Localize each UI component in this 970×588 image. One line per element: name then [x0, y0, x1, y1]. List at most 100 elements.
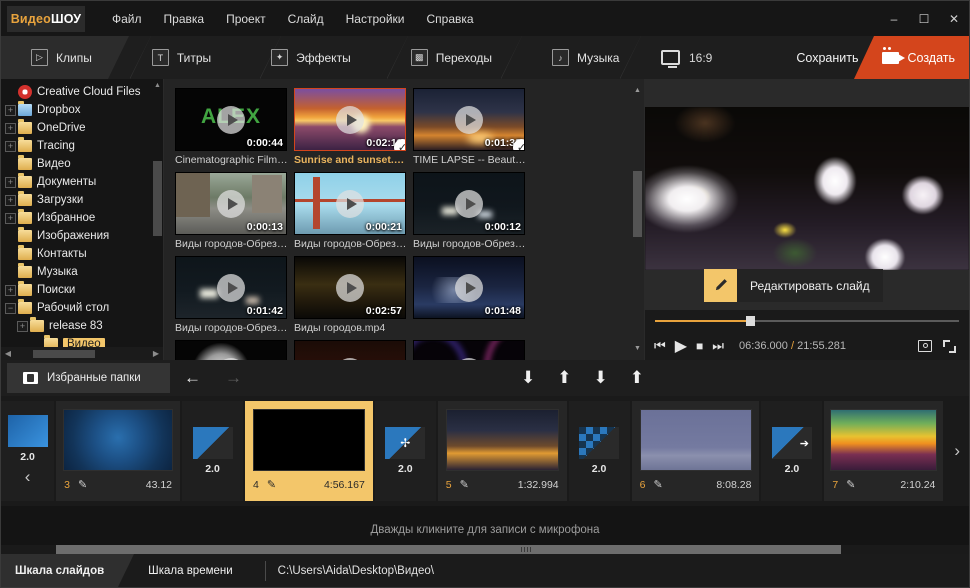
stop-icon[interactable]: ■ [696, 339, 703, 353]
scrollbar-thumb[interactable] [153, 161, 162, 236]
scrollbar-grip[interactable] [521, 547, 533, 552]
preview-viewport[interactable]: Редактировать слайд [645, 79, 969, 310]
remove-all-up-icon[interactable]: ⬆ [630, 368, 644, 388]
expander-icon[interactable]: + [5, 176, 16, 188]
scrollbar-thumb[interactable] [56, 545, 841, 554]
scroll-down-icon[interactable]: ▼ [633, 343, 642, 354]
menu-item-edit[interactable]: Правка [153, 8, 216, 30]
tree-horizontal-scrollbar[interactable]: ◀ ▶ [1, 347, 163, 360]
slide-thumbnail[interactable] [830, 408, 938, 471]
tree-item-onedrive[interactable]: + OneDrive [3, 119, 163, 137]
scroll-up-icon[interactable]: ▲ [633, 85, 642, 96]
aspect-ratio-selector[interactable]: 16:9 [661, 50, 712, 68]
timeline-slide-partial[interactable]: 2.0 ‹ [1, 401, 55, 501]
clip-item[interactable]: 0:00:12 Виды городов-Обрезка 0... [413, 172, 528, 250]
clip-item[interactable]: 0:01:48 [413, 256, 528, 334]
clip-thumbnail[interactable]: 0:01:00 [413, 340, 525, 360]
clip-item[interactable]: 0:02:11 ✓ Sunrise and sunset. Da... [294, 88, 409, 166]
fullscreen-icon[interactable] [943, 339, 956, 353]
tree-item-video[interactable]: Видео [3, 155, 163, 173]
clip-thumbnail[interactable]: 0:01:42 [175, 256, 287, 319]
timeline-slide[interactable]: 6 ✎ 8:08.28 [631, 401, 760, 501]
scroll-up-icon[interactable]: ▲ [153, 81, 162, 91]
seek-handle[interactable] [746, 316, 756, 326]
menu-item-settings[interactable]: Настройки [335, 8, 416, 30]
tab-time-scale[interactable]: Шкала времени [134, 554, 247, 587]
arrow-left-icon[interactable]: ← [184, 368, 201, 388]
expander-icon[interactable]: + [5, 104, 16, 116]
pencil-icon[interactable]: ✎ [78, 478, 87, 491]
clip-item[interactable]: 0:01:59 [175, 340, 290, 360]
timeline-next-arrow[interactable]: › [945, 441, 969, 461]
scrollbar-thumb[interactable] [33, 349, 95, 358]
skip-back-icon[interactable]: ⏮ [654, 338, 666, 354]
remove-up-icon[interactable]: ⬆ [557, 368, 571, 388]
slide-thumbnail[interactable] [639, 408, 752, 471]
add-down-icon[interactable]: ⬇ [521, 368, 535, 388]
expander-icon[interactable]: − [5, 302, 16, 314]
timeline-slide[interactable]: 7 ✎ 2:10.24 [824, 401, 944, 501]
scroll-left-icon[interactable]: ◀ [1, 349, 15, 358]
clip-item[interactable]: 0:00:13 Виды городов-Обрезка 0... [175, 172, 290, 250]
timeline-transition[interactable]: ✢ 2.0 [374, 401, 436, 501]
scrollbar-thumb[interactable] [633, 171, 642, 237]
tree-vertical-scrollbar[interactable]: ▲ [153, 81, 162, 344]
create-button[interactable]: Создать [854, 36, 969, 79]
clip-item[interactable]: 0:01:23 [294, 340, 409, 360]
expander-icon[interactable]: + [5, 140, 16, 152]
expander-icon[interactable]: + [5, 212, 16, 224]
clip-thumbnail[interactable]: 0:00:21 [294, 172, 406, 235]
snapshot-icon[interactable] [918, 339, 932, 352]
slide-thumbnail[interactable] [445, 408, 559, 471]
expander-icon[interactable]: + [5, 194, 16, 206]
tree-item-favorites[interactable]: + Избранное [3, 209, 163, 227]
clip-item[interactable]: 0:01:00 [413, 340, 528, 360]
tab-titles[interactable]: T Титры [130, 36, 227, 79]
timeline-transition[interactable]: 2.0 [182, 401, 243, 501]
expander-icon[interactable]: + [5, 122, 16, 134]
expander-icon[interactable]: + [17, 320, 28, 332]
tab-clips[interactable]: ▷ Клипы [1, 36, 129, 79]
tab-effects[interactable]: ✦ Эффекты [249, 36, 367, 79]
maximize-icon[interactable]: ☐ [909, 1, 939, 36]
tab-transitions[interactable]: ▩ Переходы [389, 36, 508, 79]
slide-thumbnail[interactable] [252, 408, 365, 471]
tree-item-searches[interactable]: + Поиски [3, 281, 163, 299]
play-icon[interactable]: ▶ [675, 336, 687, 356]
clip-thumbnail[interactable]: 0:01:23 [294, 340, 406, 360]
pencil-icon[interactable]: ✎ [460, 478, 469, 491]
clip-thumbnail[interactable]: 0:01:48 [413, 256, 525, 319]
tree-item-music[interactable]: Музыка [3, 263, 163, 281]
clip-thumbnail[interactable]: 0:00:13 [175, 172, 287, 235]
slide-thumbnail[interactable] [63, 408, 174, 471]
app-logo[interactable]: Видео ШОУ [7, 5, 85, 32]
clip-thumbnail[interactable]: 0:01:59 [175, 340, 287, 360]
pencil-icon[interactable]: ✎ [846, 478, 855, 491]
minimize-icon[interactable]: – [879, 1, 909, 36]
close-icon[interactable]: ✕ [939, 1, 969, 36]
clip-item[interactable]: 0:02:57 Виды городов.mp4 [294, 256, 409, 334]
timeline-slide[interactable]: 5 ✎ 1:32.994 [437, 401, 567, 501]
media-vertical-scrollbar[interactable]: ▲ ▼ [633, 85, 642, 354]
clip-thumbnail[interactable]: 0:00:12 [413, 172, 525, 235]
expander-icon[interactable]: + [5, 284, 16, 296]
tab-slide-scale[interactable]: Шкала слайдов [1, 554, 135, 587]
pencil-icon[interactable]: ✎ [653, 478, 662, 491]
timeline-slide[interactable]: 3 ✎ 43.12 [56, 401, 181, 501]
clip-thumbnail[interactable]: 0:02:11 ✓ [294, 88, 406, 151]
tree-item-dropbox[interactable]: + Dropbox [3, 101, 163, 119]
tree-item-creative-cloud[interactable]: Creative Cloud Files [3, 83, 163, 101]
clip-thumbnail[interactable]: 0:02:57 [294, 256, 406, 319]
menu-item-slide[interactable]: Слайд [277, 8, 335, 30]
scroll-right-icon[interactable]: ▶ [149, 349, 163, 358]
preview-seek-slider[interactable] [645, 310, 969, 332]
edit-slide-button[interactable]: Редактировать слайд [704, 269, 883, 302]
menu-item-project[interactable]: Проект [215, 8, 277, 30]
timeline-transition[interactable]: 2.0 [568, 401, 630, 501]
tree-item-release-83[interactable]: + release 83 [3, 317, 163, 335]
clip-item[interactable]: 0:00:21 Виды городов-Обрезка 0... [294, 172, 409, 250]
timeline-transition[interactable]: ➔ 2.0 [761, 401, 823, 501]
favorite-folders-button[interactable]: Избранные папки [7, 363, 170, 393]
clip-thumbnail[interactable]: 0:01:33 ✓ [413, 88, 525, 151]
timeline-slide-selected[interactable]: 4 ✎ 4:56.167 [244, 401, 373, 501]
